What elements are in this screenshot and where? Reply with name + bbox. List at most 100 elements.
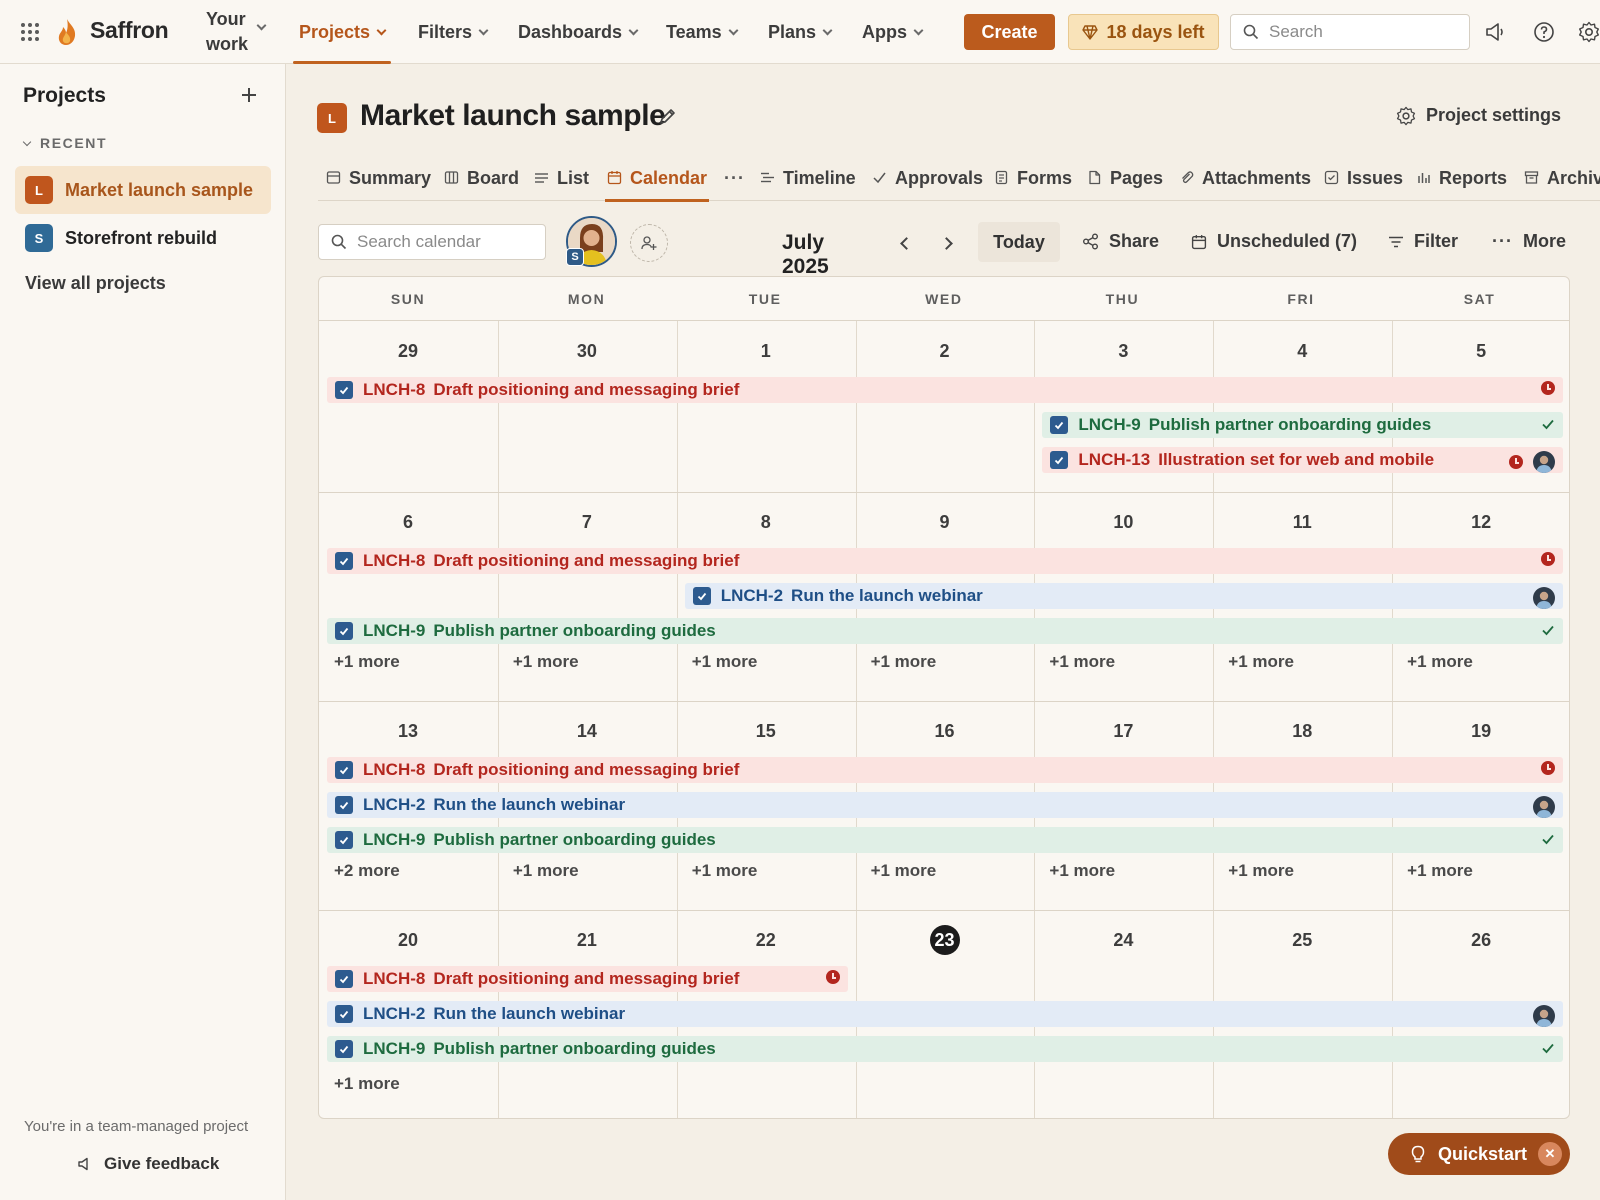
close-icon[interactable]: ✕ — [1538, 1142, 1562, 1166]
global-search[interactable] — [1230, 14, 1470, 50]
calendar-event-bar[interactable]: LNCH-2 Run the launch webinar — [327, 1001, 1563, 1027]
announcements-megaphone-icon[interactable] — [1483, 21, 1505, 43]
day-number[interactable]: 21 — [498, 930, 676, 951]
day-number[interactable]: 2 — [856, 341, 1034, 362]
help-icon[interactable] — [1533, 21, 1555, 43]
calendar-search-input[interactable] — [357, 232, 537, 252]
day-number[interactable]: 20 — [319, 930, 497, 951]
next-month-button[interactable] — [938, 233, 958, 253]
assignee-avatar[interactable] — [1532, 587, 1555, 609]
day-number[interactable]: 15 — [677, 721, 855, 742]
nav-plans-menu[interactable]: Plans — [768, 0, 833, 64]
tab-board[interactable]: Board — [444, 161, 519, 201]
tab-list[interactable]: List — [534, 161, 589, 201]
recent-section-toggle[interactable]: RECENT — [22, 135, 107, 151]
add-project-plus-icon[interactable] — [240, 86, 258, 104]
your-work-menu[interactable]: Your work — [206, 7, 276, 57]
day-number[interactable]: 13 — [319, 721, 497, 742]
calendar-event-bar[interactable]: LNCH-13 Illustration set for web and mobi… — [1042, 447, 1563, 473]
day-number[interactable]: 7 — [498, 512, 676, 533]
day-number[interactable]: 25 — [1213, 930, 1391, 951]
calendar-event-bar[interactable]: LNCH-9 Publish partner onboarding guides — [327, 1036, 1563, 1062]
tab-forms[interactable]: Forms — [994, 161, 1072, 201]
day-number[interactable]: 4 — [1213, 341, 1391, 362]
more-events-link[interactable]: +1 more — [1049, 861, 1115, 881]
nav-projects-menu[interactable]: Projects — [292, 0, 392, 64]
trial-days-left-button[interactable]: 18 days left — [1068, 14, 1219, 50]
app-name[interactable]: Saffron — [90, 17, 169, 44]
day-number[interactable]: 10 — [1034, 512, 1212, 533]
settings-gear-icon[interactable] — [1578, 21, 1600, 43]
filter-button[interactable]: Filter — [1388, 231, 1458, 252]
day-number[interactable]: 12 — [1392, 512, 1569, 533]
create-button[interactable]: Create — [964, 14, 1055, 50]
day-number[interactable]: 22 — [677, 930, 855, 951]
app-switcher-icon[interactable] — [21, 23, 39, 41]
tab-archive[interactable]: Archive — [1524, 161, 1600, 201]
calendar-event-bar[interactable]: LNCH-9 Publish partner onboarding guides — [327, 618, 1563, 644]
day-number[interactable]: 24 — [1034, 930, 1212, 951]
share-button[interactable]: Share — [1082, 231, 1159, 252]
more-events-link[interactable]: +1 more — [334, 652, 400, 672]
previous-month-button[interactable] — [894, 233, 914, 253]
day-number[interactable]: 23 — [856, 925, 1034, 955]
calendar-event-bar[interactable]: LNCH-8 Draft positioning and messaging br… — [327, 757, 1563, 783]
day-number[interactable]: 16 — [856, 721, 1034, 742]
day-number[interactable]: 17 — [1034, 721, 1212, 742]
tab-reports[interactable]: Reports — [1416, 161, 1507, 201]
sidebar-item-storefront-rebuild[interactable]: S Storefront rebuild — [15, 214, 271, 262]
calendar-event-bar[interactable]: LNCH-2 Run the launch webinar — [684, 583, 1563, 609]
day-number[interactable]: 6 — [319, 512, 497, 533]
more-events-link[interactable]: +1 more — [1228, 861, 1294, 881]
more-events-link[interactable]: +1 more — [1049, 652, 1115, 672]
nav-teams-menu[interactable]: Teams — [666, 0, 739, 64]
unscheduled-button[interactable]: Unscheduled (7) — [1191, 231, 1357, 252]
add-people-button[interactable] — [630, 224, 668, 262]
tab-timeline[interactable]: Timeline — [760, 161, 856, 201]
more-events-link[interactable]: +1 more — [871, 861, 937, 881]
quickstart-button[interactable]: Quickstart ✕ — [1388, 1133, 1570, 1175]
more-events-link[interactable]: +1 more — [692, 861, 758, 881]
calendar-event-bar[interactable]: LNCH-8 Draft positioning and messaging br… — [327, 548, 1563, 574]
more-events-link[interactable]: +1 more — [692, 652, 758, 672]
assignee-avatar[interactable] — [1533, 796, 1555, 818]
calendar-event-bar[interactable]: LNCH-9 Publish partner onboarding guides — [1042, 412, 1563, 438]
calendar-event-bar[interactable]: LNCH-9 Publish partner onboarding guides — [327, 827, 1563, 853]
sidebar-item-market-launch-sample[interactable]: L Market launch sample — [15, 166, 271, 214]
day-number[interactable]: 18 — [1213, 721, 1391, 742]
edit-pencil-icon[interactable] — [658, 106, 678, 126]
tab-calendar[interactable]: Calendar — [604, 161, 710, 202]
day-number[interactable]: 29 — [319, 341, 497, 362]
nav-apps-menu[interactable]: Apps — [862, 0, 924, 64]
day-number[interactable]: 9 — [856, 512, 1034, 533]
more-events-link[interactable]: +1 more — [513, 861, 579, 881]
calendar-search[interactable] — [318, 224, 546, 260]
day-number[interactable]: 11 — [1213, 512, 1391, 533]
project-settings-button[interactable]: Project settings — [1396, 105, 1561, 126]
more-events-link[interactable]: +1 more — [1407, 861, 1473, 881]
calendar-event-bar[interactable]: LNCH-8 Draft positioning and messaging br… — [327, 966, 848, 992]
view-all-projects-link[interactable]: View all projects — [25, 273, 166, 294]
more-button[interactable]: ··· More — [1492, 231, 1566, 252]
day-number[interactable]: 26 — [1392, 930, 1569, 951]
day-number[interactable]: 19 — [1392, 721, 1569, 742]
tab-issues[interactable]: Issues — [1324, 161, 1403, 201]
day-number[interactable]: 3 — [1034, 341, 1212, 362]
day-number[interactable]: 8 — [677, 512, 855, 533]
tab-more-views[interactable]: ··· — [724, 161, 745, 201]
tab-summary[interactable]: Summary — [326, 161, 431, 201]
more-events-link[interactable]: +1 more — [1407, 652, 1473, 672]
today-button[interactable]: Today — [978, 222, 1060, 262]
nav-filters-menu[interactable]: Filters — [418, 0, 489, 64]
assignee-avatar[interactable] — [1532, 451, 1555, 473]
more-events-link[interactable]: +2 more — [334, 861, 400, 881]
more-events-link[interactable]: +1 more — [334, 1074, 400, 1094]
day-number[interactable]: 5 — [1392, 341, 1569, 362]
day-number[interactable]: 14 — [498, 721, 676, 742]
give-feedback-button[interactable]: Give feedback — [76, 1154, 219, 1174]
nav-dashboards-menu[interactable]: Dashboards — [518, 0, 639, 64]
day-number[interactable]: 1 — [677, 341, 855, 362]
global-search-input[interactable] — [1269, 22, 1449, 42]
tab-attachments[interactable]: Attachments — [1179, 161, 1311, 201]
day-number[interactable]: 30 — [498, 341, 676, 362]
